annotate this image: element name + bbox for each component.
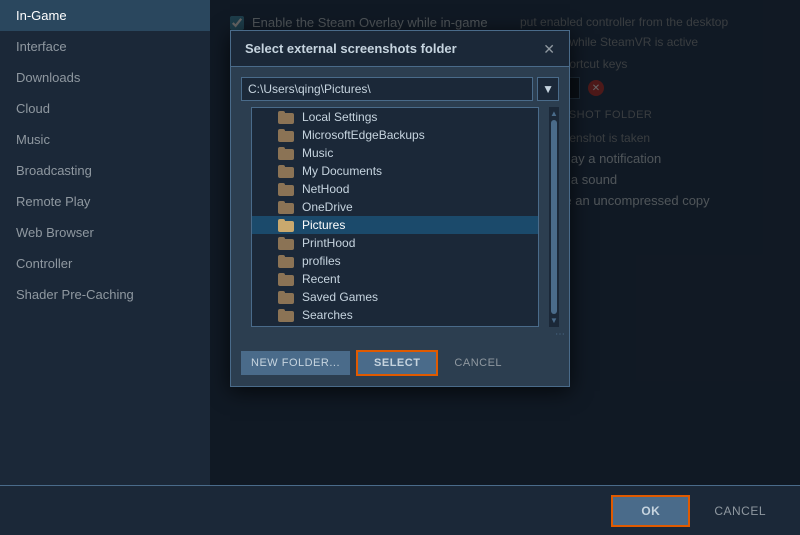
new-folder-button[interactable]: NEW FOLDER... xyxy=(241,351,350,375)
tree-item-label: My Documents xyxy=(302,164,382,178)
cancel-main-button[interactable]: CANCEL xyxy=(700,497,780,525)
sidebar-item-shader-pre-caching[interactable]: Shader Pre-Caching xyxy=(0,279,210,310)
tree-item[interactable]: Recent xyxy=(252,270,538,288)
tree-item[interactable]: Music xyxy=(252,144,538,162)
folder-icon xyxy=(278,309,294,322)
modal-cancel-button[interactable]: CANCEL xyxy=(444,351,512,375)
ok-button[interactable]: OK xyxy=(611,495,690,527)
folder-icon xyxy=(278,165,294,178)
resize-handle[interactable]: ⋯ xyxy=(231,327,569,340)
scroll-down-icon[interactable]: ▼ xyxy=(550,316,558,325)
tree-item-label: PrintHood xyxy=(302,236,355,250)
tree-item[interactable]: PrintHood xyxy=(252,234,538,252)
modal-path-row: ▼ xyxy=(231,67,569,107)
sidebar-item-web-browser[interactable]: Web Browser xyxy=(0,217,210,248)
tree-item-label: Local Settings xyxy=(302,110,377,124)
tree-item[interactable]: NetHood xyxy=(252,180,538,198)
scrollbar[interactable]: ▲ ▼ xyxy=(549,107,559,327)
scroll-thumb[interactable] xyxy=(551,120,557,314)
modal-tree[interactable]: Local Settings MicrosoftEdgeBackups Musi… xyxy=(251,107,539,327)
select-button[interactable]: SELECT xyxy=(356,350,438,376)
folder-icon xyxy=(278,291,294,304)
folder-icon xyxy=(278,273,294,286)
tree-container: Local Settings MicrosoftEdgeBackups Musi… xyxy=(241,107,559,327)
tree-item[interactable]: Local Settings xyxy=(252,108,538,126)
sidebar-item-downloads[interactable]: Downloads xyxy=(0,62,210,93)
modal-path-input[interactable] xyxy=(241,77,533,101)
folder-icon xyxy=(278,129,294,142)
sidebar-item-interface[interactable]: Interface xyxy=(0,31,210,62)
sidebar-item-cloud[interactable]: Cloud xyxy=(0,93,210,124)
tree-item-label: Searches xyxy=(302,308,353,322)
tree-item[interactable]: profiles xyxy=(252,252,538,270)
bottom-bar: OK CANCEL xyxy=(0,485,800,535)
folder-select-modal: Select external screenshots folder ✕ ▼ L… xyxy=(230,30,570,387)
tree-item[interactable]: OneDrive xyxy=(252,198,538,216)
folder-icon xyxy=(278,255,294,268)
tree-item-label: Music xyxy=(302,146,333,160)
modal-title: Select external screenshots folder xyxy=(245,41,457,56)
sidebar-item-broadcasting[interactable]: Broadcasting xyxy=(0,155,210,186)
modal-header: Select external screenshots folder ✕ xyxy=(231,31,569,67)
tree-item[interactable]: Pictures xyxy=(252,216,538,234)
tree-item[interactable]: MicrosoftEdgeBackups xyxy=(252,126,538,144)
tree-item-label: NetHood xyxy=(302,182,349,196)
sidebar-item-remote-play[interactable]: Remote Play xyxy=(0,186,210,217)
tree-item[interactable]: Searches xyxy=(252,306,538,324)
tree-item[interactable]: My Documents xyxy=(252,162,538,180)
sidebar: In-Game Interface Downloads Cloud Music … xyxy=(0,0,210,485)
folder-icon xyxy=(278,237,294,250)
scroll-up-icon[interactable]: ▲ xyxy=(550,109,558,118)
sidebar-item-music[interactable]: Music xyxy=(0,124,210,155)
modal-path-dropdown[interactable]: ▼ xyxy=(537,77,559,101)
folder-icon xyxy=(278,219,294,232)
modal-backdrop: Select external screenshots folder ✕ ▼ L… xyxy=(210,0,800,485)
main-content: Enable the Steam Overlay while in-game p… xyxy=(210,0,800,485)
folder-icon xyxy=(278,201,294,214)
modal-close-button[interactable]: ✕ xyxy=(543,42,555,56)
folder-icon xyxy=(278,147,294,160)
sidebar-item-in-game[interactable]: In-Game xyxy=(0,0,210,31)
folder-icon xyxy=(278,111,294,124)
tree-item-label: Saved Games xyxy=(302,290,378,304)
modal-footer: NEW FOLDER... SELECT CANCEL xyxy=(231,340,569,386)
tree-item-label: MicrosoftEdgeBackups xyxy=(302,128,425,142)
tree-item-label: profiles xyxy=(302,254,341,268)
tree-item[interactable]: Saved Games xyxy=(252,288,538,306)
folder-icon xyxy=(278,183,294,196)
sidebar-item-controller[interactable]: Controller xyxy=(0,248,210,279)
tree-item-label: Recent xyxy=(302,272,340,286)
tree-item-label: Pictures xyxy=(302,218,345,232)
tree-item-label: OneDrive xyxy=(302,200,353,214)
